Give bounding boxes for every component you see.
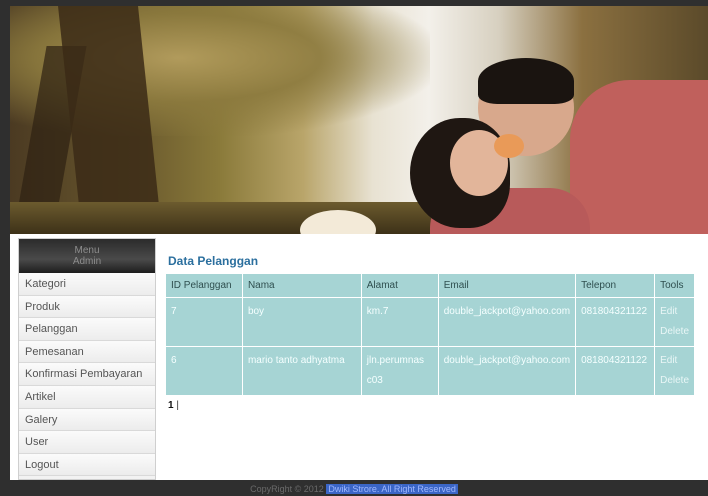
column-header-nama: Nama [242, 274, 362, 298]
cell-tools: Edit Delete [654, 346, 694, 396]
cell-alamat: jln.perumnas c03 [361, 346, 439, 396]
sidebar-item-user[interactable]: User [19, 431, 155, 454]
edit-link[interactable]: Edit [660, 351, 689, 371]
sidebar-item-pemesanan[interactable]: Pemesanan [19, 340, 155, 364]
cell-nama: boy [242, 297, 362, 347]
menu-header-subtitle: Admin [72, 256, 102, 267]
delete-link[interactable]: Delete [660, 322, 689, 342]
cell-tools: Edit Delete [654, 297, 694, 347]
cell-email: double_jackpot@yahoo.com [438, 297, 577, 347]
footer: CopyRight © 2012 Dwiki Strore. All Right… [0, 482, 708, 496]
main-content: Data Pelanggan ID Pelanggan Nama Alamat … [166, 254, 706, 411]
cell-telepon: 081804321122 [575, 346, 656, 396]
column-header-tools: Tools [654, 274, 694, 298]
sidebar-item-logout[interactable]: Logout [19, 453, 155, 477]
column-header-telepon: Telepon [575, 274, 656, 298]
footer-copyright: CopyRight © 2012 [250, 484, 324, 494]
sidebar-item-kategori[interactable]: Kategori [19, 273, 155, 296]
table-row: 6 mario tanto adhyatma jln.perumnas c03 … [166, 346, 694, 396]
table-header-row: ID Pelanggan Nama Alamat Email Telepon T… [166, 274, 694, 298]
header-banner-image [10, 6, 708, 234]
page-link-current[interactable]: 1 [168, 400, 174, 411]
pagination: 1 | [168, 400, 706, 411]
cell-email: double_jackpot@yahoo.com [438, 346, 577, 396]
footer-link[interactable]: Dwiki Strore. All Right Reserved [326, 484, 458, 494]
cell-alamat: km.7 [361, 297, 439, 347]
cell-id: 7 [166, 297, 243, 347]
column-header-id: ID Pelanggan [166, 274, 243, 298]
pager-separator: | [176, 400, 179, 411]
sidebar-menu: Menu Admin Kategori Produk Pelanggan Pem… [18, 238, 156, 480]
sidebar-item-konfirmasi-pembayaran[interactable]: Konfirmasi Pembayaran [19, 363, 155, 386]
table-row: 7 boy km.7 double_jackpot@yahoo.com 0818… [166, 297, 694, 347]
column-header-alamat: Alamat [361, 274, 439, 298]
cell-id: 6 [166, 346, 243, 396]
column-header-email: Email [438, 274, 577, 298]
sidebar-item-produk[interactable]: Produk [19, 295, 155, 319]
sidebar-item-galery[interactable]: Galery [19, 408, 155, 432]
menu-header: Menu Admin [19, 239, 155, 273]
delete-link[interactable]: Delete [660, 371, 689, 391]
edit-link[interactable]: Edit [660, 302, 689, 322]
main-frame: Menu Admin Kategori Produk Pelanggan Pem… [10, 6, 708, 480]
menu-header-title: Menu [74, 245, 100, 256]
cell-telepon: 081804321122 [575, 297, 656, 347]
sidebar-item-artikel[interactable]: Artikel [19, 385, 155, 409]
page-title: Data Pelanggan [168, 254, 259, 268]
customers-table: ID Pelanggan Nama Alamat Email Telepon T… [166, 274, 694, 396]
page: Menu Admin Kategori Produk Pelanggan Pem… [0, 0, 708, 496]
cell-nama: mario tanto adhyatma [242, 346, 362, 396]
sidebar-item-pelanggan[interactable]: Pelanggan [19, 318, 155, 341]
